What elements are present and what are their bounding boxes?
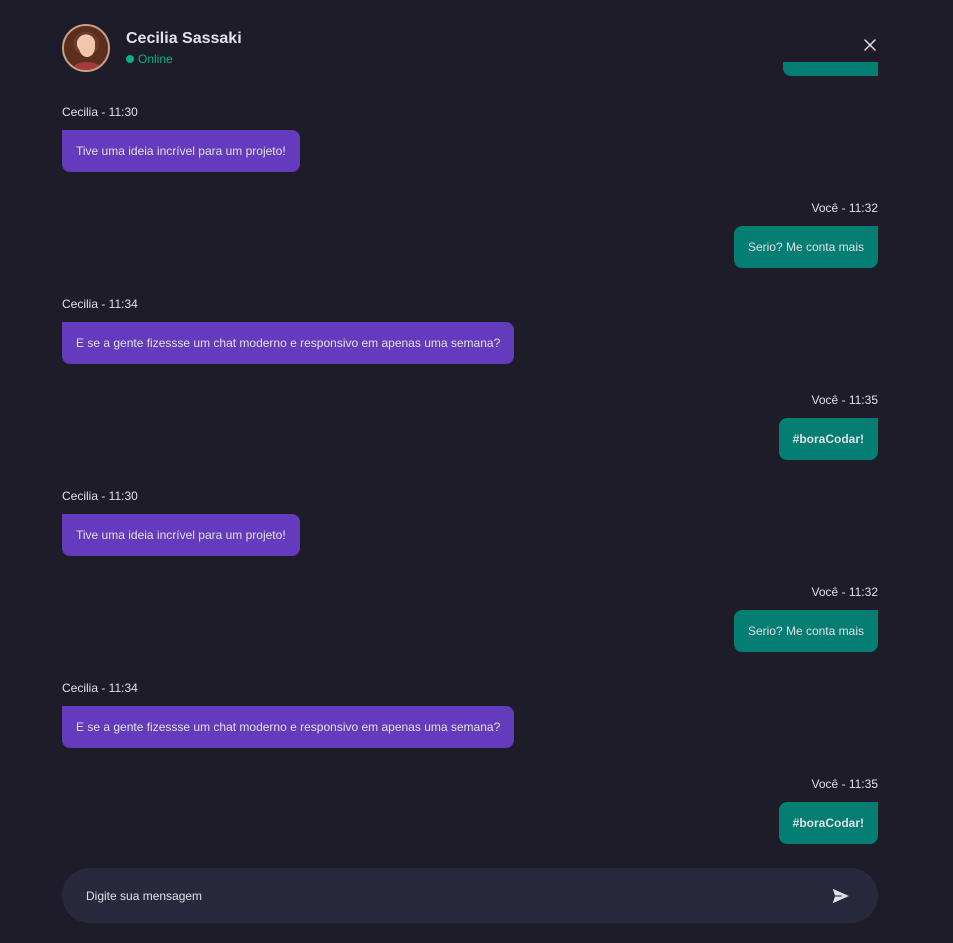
- message-meta: Você - 11:32: [811, 201, 879, 215]
- message-input[interactable]: [86, 888, 830, 903]
- chat-header: Cecilia Sassaki Online: [62, 23, 878, 73]
- message-meta: Cecilia - 11:34: [62, 681, 138, 695]
- send-icon: [831, 886, 851, 905]
- close-button[interactable]: [862, 37, 878, 53]
- message-item: Cecilia - 11:34 E se a gente fizessse um…: [62, 296, 878, 364]
- message-item: Você - 11:32 Serio? Me conta mais: [62, 200, 878, 268]
- message-item: Cecilia - 11:30 Tive uma ideia incrível …: [62, 104, 878, 172]
- message-meta: Cecilia - 11:30: [62, 105, 138, 119]
- status-indicator: Online: [126, 51, 242, 67]
- message-meta: Você - 11:32: [811, 585, 879, 599]
- avatar-shirt: [72, 62, 102, 70]
- message-bubble: #boraCodar!: [778, 418, 878, 460]
- online-dot-icon: [126, 55, 134, 63]
- message-meta: Você - 11:35: [811, 777, 879, 791]
- message-bubble: E se a gente fizessse um chat moderno e …: [62, 322, 515, 364]
- message-item: Você - 11:35 #boraCodar!: [62, 392, 878, 460]
- previous-message-bubble-edge: [783, 62, 878, 76]
- status-text: Online: [138, 52, 173, 66]
- chat-window: Cecilia Sassaki Online Cecilia - 11:30 T…: [0, 0, 953, 943]
- message-bubble: Tive uma ideia incrível para um projeto!: [62, 514, 300, 556]
- send-button[interactable]: [830, 885, 852, 907]
- message-bubble: Serio? Me conta mais: [733, 226, 878, 268]
- avatar-face: [79, 37, 95, 57]
- contact-info: Cecilia Sassaki Online: [126, 29, 242, 67]
- contact-name: Cecilia Sassaki: [126, 30, 242, 47]
- avatar: [62, 24, 110, 72]
- message-bubble: E se a gente fizessse um chat moderno e …: [62, 706, 515, 748]
- message-bubble: #boraCodar!: [778, 802, 878, 844]
- message-bubble: Serio? Me conta mais: [733, 610, 878, 652]
- message-meta: Cecilia - 11:30: [62, 489, 138, 503]
- message-item: Cecilia - 11:30 Tive uma ideia incrível …: [62, 488, 878, 556]
- message-bubble: Tive uma ideia incrível para um projeto!: [62, 130, 300, 172]
- message-item: Você - 11:32 Serio? Me conta mais: [62, 584, 878, 652]
- message-item: Você - 11:35 #boraCodar!: [62, 776, 878, 844]
- message-item: Cecilia - 11:34 E se a gente fizessse um…: [62, 680, 878, 748]
- message-composer: [62, 868, 878, 923]
- message-meta: Cecilia - 11:34: [62, 297, 138, 311]
- close-icon: [864, 39, 876, 51]
- message-meta: Você - 11:35: [811, 393, 879, 407]
